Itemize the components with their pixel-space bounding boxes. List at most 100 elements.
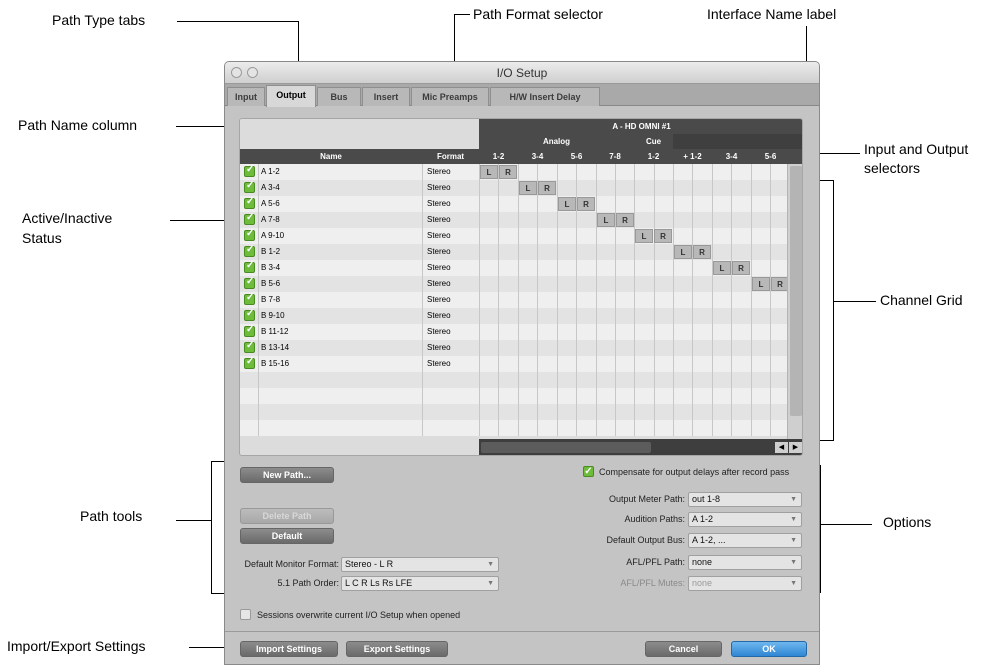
path-name[interactable]: A 3-4 [261, 183, 280, 192]
path-format[interactable]: Stereo [427, 183, 451, 192]
active-status-checkbox[interactable] [244, 212, 255, 225]
table-row[interactable]: A 3-4 Stereo LR [240, 180, 787, 196]
table-row[interactable]: B 13-14 Stereo [240, 340, 787, 356]
path-name[interactable]: B 1-2 [261, 247, 280, 256]
active-status-checkbox[interactable] [244, 164, 255, 177]
path-name[interactable]: B 15-16 [261, 359, 289, 368]
table-row[interactable]: A 9-10 Stereo LR [240, 228, 787, 244]
export-settings-button[interactable]: Export Settings [346, 641, 448, 657]
path-format[interactable]: Stereo [427, 359, 451, 368]
horizontal-scrollbar[interactable]: ◀ ▶ [479, 439, 802, 455]
channel-header[interactable]: + 1-2 [673, 149, 712, 164]
tab-bus[interactable]: Bus [317, 87, 361, 106]
monitor-format-select[interactable]: Stereo - L R ▼ [341, 557, 499, 572]
channel-header[interactable]: 5-6 [751, 149, 790, 164]
table-row[interactable]: A 7-8 Stereo LR [240, 212, 787, 228]
tab-output[interactable]: Output [266, 85, 316, 107]
path-format[interactable]: Stereo [427, 247, 451, 256]
path-format[interactable]: Stereo [427, 295, 451, 304]
table-row[interactable]: B 11-12 Stereo [240, 324, 787, 340]
active-status-checkbox[interactable] [244, 340, 255, 353]
path-name-column-header[interactable]: Name [240, 149, 422, 164]
tab-insert[interactable]: Insert [362, 87, 410, 106]
channel-assignment-right[interactable]: R [616, 213, 634, 227]
new-path-button[interactable]: New Path... [240, 467, 334, 483]
channel-assignment-right[interactable]: R [693, 245, 711, 259]
channel-assignment-left[interactable]: L [597, 213, 615, 227]
default-button[interactable]: Default [240, 528, 334, 544]
path-format[interactable]: Stereo [427, 263, 451, 272]
channel-header[interactable]: 1-2 [634, 149, 673, 164]
path-name[interactable]: B 11-12 [261, 327, 288, 336]
import-settings-button[interactable]: Import Settings [240, 641, 338, 657]
active-status-checkbox[interactable] [244, 292, 255, 305]
channel-assignment-left[interactable]: L [480, 165, 498, 179]
path-name[interactable]: B 7-8 [261, 295, 280, 304]
channel-assignment-right[interactable]: R [654, 229, 672, 243]
path-name[interactable]: A 9-10 [261, 231, 284, 240]
path-format-column-header[interactable]: Format [422, 149, 479, 164]
channel-header[interactable]: 3-4 [712, 149, 751, 164]
path-name[interactable]: B 5-6 [261, 279, 280, 288]
ok-button[interactable]: OK [731, 641, 807, 657]
tab-mic-preamps[interactable]: Mic Preamps [411, 87, 489, 106]
path-name[interactable]: B 3-4 [261, 263, 280, 272]
path-format[interactable]: Stereo [427, 167, 451, 176]
vertical-scroll-thumb[interactable] [790, 166, 802, 416]
horizontal-scroll-thumb[interactable] [481, 442, 651, 453]
path-order-select[interactable]: L C R Ls Rs LFE ▼ [341, 576, 499, 591]
afl-mutes-select[interactable]: none ▼ [688, 576, 802, 591]
table-row[interactable]: B 3-4 Stereo LR [240, 260, 787, 276]
channel-assignment-left[interactable]: L [635, 229, 653, 243]
scroll-left-arrow-icon[interactable]: ◀ [775, 442, 788, 453]
active-status-checkbox[interactable] [244, 356, 255, 369]
output-meter-select[interactable]: out 1-8 ▼ [688, 492, 802, 507]
channel-assignment-right[interactable]: R [577, 197, 595, 211]
channel-header[interactable]: 5-6 [557, 149, 596, 164]
channel-header[interactable]: 3-4 [518, 149, 557, 164]
table-row[interactable]: A 5-6 Stereo LR [240, 196, 787, 212]
afl-path-select[interactable]: none ▼ [688, 555, 802, 570]
active-status-checkbox[interactable] [244, 196, 255, 209]
path-format[interactable]: Stereo [427, 311, 451, 320]
active-status-checkbox[interactable] [244, 228, 255, 241]
delete-path-button[interactable]: Delete Path [240, 508, 334, 524]
table-row[interactable]: B 1-2 Stereo LR [240, 244, 787, 260]
path-name[interactable]: B 13-14 [261, 343, 289, 352]
channel-assignment-right[interactable]: R [499, 165, 517, 179]
path-format[interactable]: Stereo [427, 231, 451, 240]
default-bus-select[interactable]: A 1-2, ... ▼ [688, 533, 802, 548]
path-name[interactable]: A 5-6 [261, 199, 280, 208]
table-row[interactable]: B 9-10 Stereo [240, 308, 787, 324]
active-status-checkbox[interactable] [244, 276, 255, 289]
channel-assignment-left[interactable]: L [519, 181, 537, 195]
path-format[interactable]: Stereo [427, 279, 451, 288]
path-format[interactable]: Stereo [427, 343, 451, 352]
active-status-checkbox[interactable] [244, 244, 255, 257]
tab-hw-insert-delay[interactable]: H/W Insert Delay [490, 87, 600, 106]
active-status-checkbox[interactable] [244, 308, 255, 321]
table-row[interactable]: B 5-6StereoLR [240, 276, 789, 292]
path-format[interactable]: Stereo [427, 215, 451, 224]
sessions-overwrite-checkbox[interactable] [240, 609, 251, 620]
channel-assignment-right[interactable]: R [732, 261, 750, 275]
compensate-checkbox[interactable]: ✓ [583, 466, 594, 477]
channel-header[interactable]: 1-2 [479, 149, 518, 164]
cancel-button[interactable]: Cancel [645, 641, 722, 657]
channel-assignment-right[interactable]: R [538, 181, 556, 195]
path-name[interactable]: A 7-8 [261, 215, 280, 224]
channel-assignment-left[interactable]: L [713, 261, 731, 275]
path-name[interactable]: A 1-2 [261, 167, 280, 176]
path-name[interactable]: B 9-10 [261, 311, 285, 320]
scroll-right-arrow-icon[interactable]: ▶ [789, 442, 802, 453]
channel-assignment-left[interactable]: L [674, 245, 692, 259]
active-status-checkbox[interactable] [244, 260, 255, 273]
path-format[interactable]: Stereo [427, 199, 451, 208]
channel-assignment-left[interactable]: L [752, 277, 770, 291]
tab-input[interactable]: Input [227, 87, 265, 106]
active-status-checkbox[interactable] [244, 180, 255, 193]
table-row[interactable]: A 1-2 Stereo LR [240, 164, 787, 180]
vertical-scrollbar[interactable] [787, 164, 802, 439]
channel-header[interactable]: 7-8 [596, 149, 634, 164]
table-row[interactable]: B 15-16 Stereo [240, 356, 787, 372]
